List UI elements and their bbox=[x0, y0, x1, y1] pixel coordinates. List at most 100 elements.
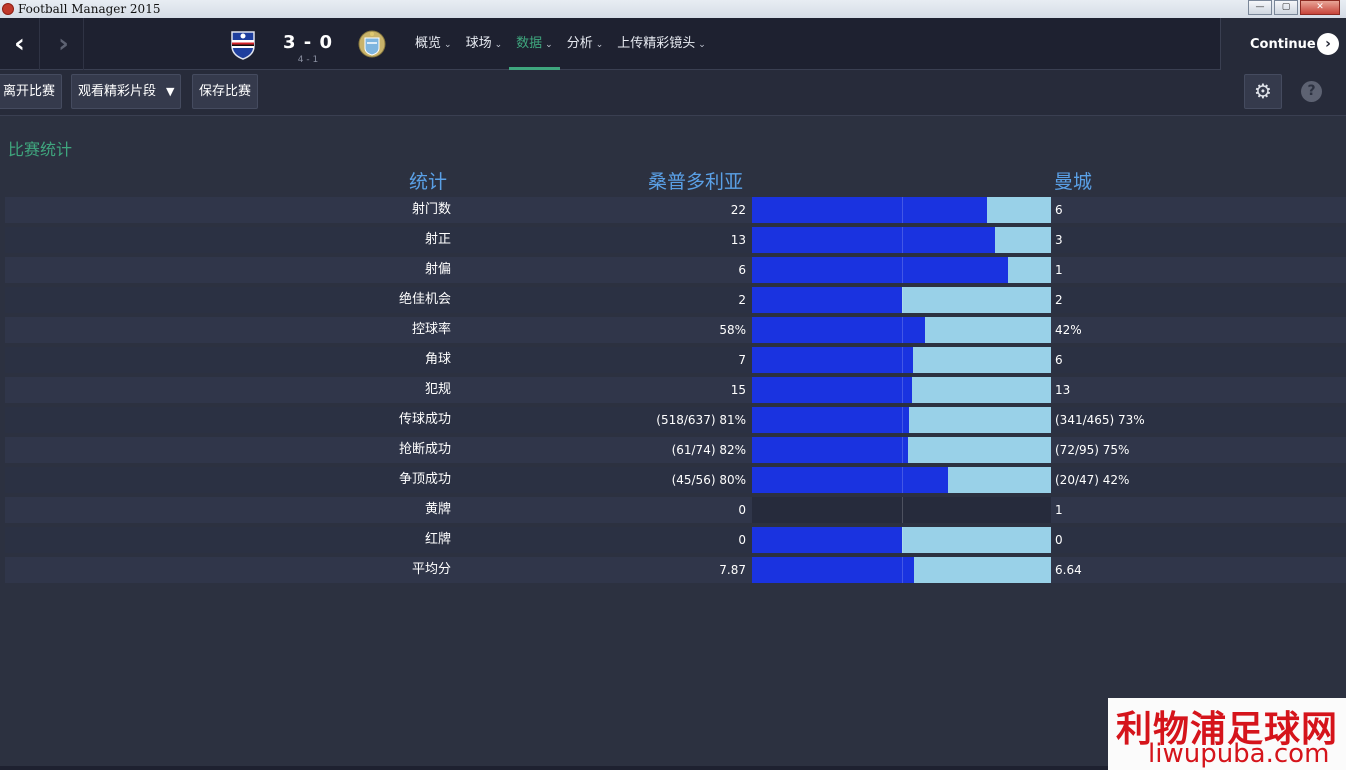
stat-label: 控球率 bbox=[411, 322, 451, 337]
bar-midline bbox=[902, 317, 903, 343]
bar-midline bbox=[902, 407, 903, 433]
help-icon[interactable]: ? bbox=[1301, 81, 1322, 102]
away-bar-fill bbox=[902, 527, 1051, 553]
menu-upload-highlights[interactable]: 上传精彩镜头 ⌄ bbox=[610, 18, 713, 70]
continue-button[interactable]: Continue › bbox=[1220, 18, 1346, 70]
home-value: 7 bbox=[738, 353, 746, 367]
stat-label: 绝佳机会 bbox=[398, 292, 451, 307]
stats-table: 射门数 22 6 射正 13 3 射偏 6 1 绝佳机会 2 2 控球率 58% 42% 角球 7 6 犯规 15 13… bbox=[5, 195, 1346, 585]
minimize-button[interactable]: — bbox=[1248, 0, 1272, 15]
column-header-away: 曼城 bbox=[1054, 171, 1093, 193]
away-bar-fill bbox=[909, 407, 1051, 433]
comparison-bar bbox=[752, 287, 1051, 313]
bar-midline bbox=[902, 347, 903, 373]
watch-highlights-dropdown[interactable]: 观看精彩片段 ▼ bbox=[71, 74, 182, 109]
leave-match-button[interactable]: 离开比赛 bbox=[0, 74, 63, 109]
bar-midline bbox=[902, 437, 903, 463]
aggregate-score: 4 - 1 bbox=[297, 55, 319, 65]
window-title: Football Manager 2015 bbox=[18, 2, 161, 16]
home-bar-fill bbox=[752, 407, 909, 433]
away-bar-fill bbox=[913, 347, 1051, 373]
stat-row: 抢断成功 (61/74) 82% (72/95) 75% bbox=[5, 435, 1346, 465]
continue-label: Continue bbox=[1250, 36, 1316, 52]
home-bar-fill bbox=[752, 557, 914, 583]
home-value: 7.87 bbox=[719, 563, 746, 577]
away-value: 6.64 bbox=[1055, 563, 1082, 577]
comparison-bar bbox=[752, 227, 1051, 253]
away-value: 3 bbox=[1055, 233, 1063, 247]
forward-button[interactable]: › bbox=[44, 18, 84, 70]
home-value: 58% bbox=[719, 323, 746, 337]
chevron-down-icon: ⌄ bbox=[698, 40, 706, 50]
bar-midline bbox=[902, 257, 903, 283]
bar-midline bbox=[902, 377, 903, 403]
stat-row: 射偏 6 1 bbox=[5, 255, 1346, 285]
back-button[interactable]: ‹ bbox=[0, 18, 40, 70]
home-bar-fill bbox=[752, 347, 913, 373]
menu-label: 球场 bbox=[465, 36, 492, 51]
stat-label: 传球成功 bbox=[398, 412, 451, 427]
home-bar-fill bbox=[752, 257, 1008, 283]
man-city-crest-icon[interactable] bbox=[357, 28, 387, 60]
bottom-bar bbox=[0, 766, 1108, 770]
stat-label: 射正 bbox=[424, 232, 451, 247]
column-header-home: 桑普多利亚 bbox=[648, 171, 744, 193]
home-value: 13 bbox=[730, 233, 746, 247]
stat-row: 争顶成功 (45/56) 80% (20/47) 42% bbox=[5, 465, 1346, 495]
comparison-bar bbox=[752, 527, 1051, 553]
home-bar-fill bbox=[752, 467, 948, 493]
save-match-button[interactable]: 保存比赛 bbox=[192, 74, 259, 109]
stat-row: 射正 13 3 bbox=[5, 225, 1346, 255]
home-value: (61/74) 82% bbox=[671, 443, 746, 457]
stat-row: 红牌 0 0 bbox=[5, 525, 1346, 555]
match-menu: 概览 ⌄ 球场 ⌄ 数据 ⌄ 分析 ⌄ 上传精彩镜头 ⌄ bbox=[408, 18, 713, 70]
app-icon bbox=[2, 3, 14, 15]
chevron-left-icon: ‹ bbox=[14, 29, 25, 59]
away-value: 1 bbox=[1055, 503, 1063, 517]
stat-row: 射门数 22 6 bbox=[5, 195, 1346, 225]
bar-midline bbox=[902, 527, 903, 553]
comparison-bar bbox=[752, 317, 1051, 343]
away-bar-fill bbox=[914, 557, 1051, 583]
comparison-bar bbox=[752, 557, 1051, 583]
stat-label: 黄牌 bbox=[424, 502, 451, 517]
menu-pitch[interactable]: 球场 ⌄ bbox=[459, 18, 510, 70]
gear-icon[interactable]: ⚙ bbox=[1244, 74, 1282, 109]
comparison-bar bbox=[752, 497, 1051, 523]
away-bar-fill bbox=[902, 287, 1051, 313]
bar-midline bbox=[902, 557, 903, 583]
home-value: (518/637) 81% bbox=[656, 413, 746, 427]
stat-label: 犯规 bbox=[424, 382, 451, 397]
home-bar-fill bbox=[752, 227, 995, 253]
menu-label: 分析 bbox=[566, 36, 593, 51]
home-bar-fill bbox=[752, 317, 925, 343]
away-value: 2 bbox=[1055, 293, 1063, 307]
maximize-button[interactable]: ▢ bbox=[1274, 0, 1298, 15]
match-score: 3 - 0 bbox=[282, 32, 334, 53]
menu-label: 概览 bbox=[415, 36, 442, 51]
away-bar-fill bbox=[1008, 257, 1051, 283]
comparison-bar bbox=[752, 407, 1051, 433]
column-header-stat: 统计 bbox=[409, 171, 448, 193]
close-button[interactable]: ✕ bbox=[1300, 0, 1340, 15]
home-bar-fill bbox=[752, 287, 902, 313]
highlights-label: 观看精彩片段 bbox=[78, 84, 157, 99]
comparison-bar bbox=[752, 257, 1051, 283]
chevron-down-icon: ▼ bbox=[166, 85, 175, 98]
stat-label: 射门数 bbox=[411, 202, 451, 217]
home-value: 0 bbox=[738, 503, 746, 517]
away-value: 0 bbox=[1055, 533, 1063, 547]
menu-analysis[interactable]: 分析 ⌄ bbox=[560, 18, 611, 70]
comparison-bar bbox=[752, 467, 1051, 493]
home-value: (45/56) 80% bbox=[671, 473, 746, 487]
bar-midline bbox=[902, 467, 903, 493]
comparison-bar bbox=[752, 197, 1051, 223]
sampdoria-crest-icon[interactable] bbox=[228, 28, 258, 60]
menu-stats[interactable]: 数据 ⌄ bbox=[509, 18, 560, 70]
away-value: 42% bbox=[1055, 323, 1082, 337]
stat-label: 抢断成功 bbox=[398, 442, 451, 457]
stat-row: 绝佳机会 2 2 bbox=[5, 285, 1346, 315]
menu-overview[interactable]: 概览 ⌄ bbox=[408, 18, 459, 70]
match-toolbar: 离开比赛 观看精彩片段 ▼ 保存比赛 ⚙ ? bbox=[0, 70, 1346, 116]
stat-row: 角球 7 6 bbox=[5, 345, 1346, 375]
